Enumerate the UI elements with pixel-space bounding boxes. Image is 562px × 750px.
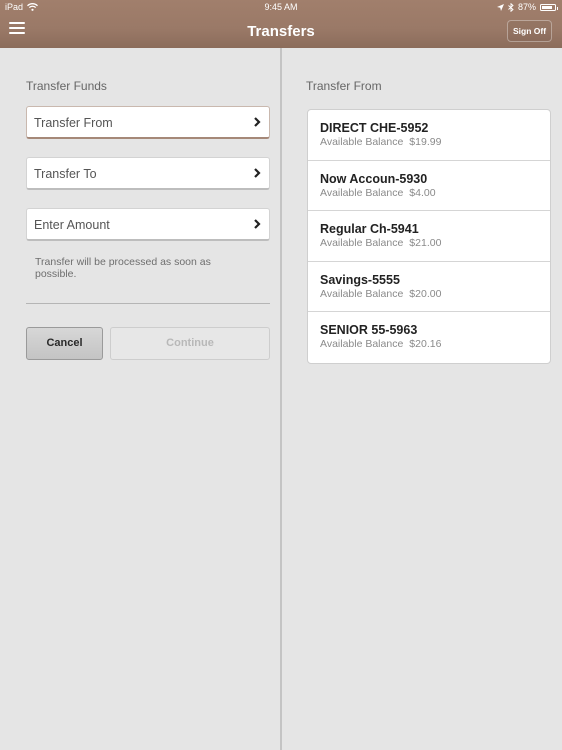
enter-amount-field[interactable]: Enter Amount [26,208,270,241]
account-item[interactable]: DIRECT CHE-5952 Available Balance $19.99 [308,110,550,161]
location-arrow-icon [496,3,504,11]
balance-label: Available Balance [320,237,404,250]
field-label: Enter Amount [34,218,110,232]
nav-header: iPad 9:45 AM 87% Transfers Sign Off [0,0,562,48]
section-label-transfer-funds: Transfer Funds [26,79,107,93]
divider-line [26,303,270,304]
balance-label: Available Balance [320,186,404,199]
continue-button[interactable]: Continue [110,327,270,360]
account-picker-pane: Transfer From DIRECT CHE-5952 Available … [282,48,562,750]
transfer-to-field[interactable]: Transfer To [26,157,270,190]
account-item[interactable]: Now Accoun-5930 Available Balance $4.00 [308,161,550,212]
account-name: SENIOR 55-5963 [320,323,418,338]
battery-percent: 87% [517,2,536,12]
transfer-from-field[interactable]: Transfer From [26,106,270,139]
account-item[interactable]: Savings-5555 Available Balance $20.00 [308,262,550,313]
field-label: Transfer To [34,167,97,181]
balance-amount: $20.00 [409,287,442,300]
balance-label: Available Balance [320,338,404,351]
section-label-transfer-from: Transfer From [306,79,382,93]
transfer-form-pane: Transfer Funds Transfer From Transfer To… [0,48,280,750]
battery-icon [540,3,558,11]
chevron-right-icon [254,168,261,178]
account-item[interactable]: Regular Ch-5941 Available Balance $21.00 [308,211,550,262]
chevron-right-icon [254,219,261,229]
balance-amount: $20.16 [409,338,442,351]
chevron-right-icon [254,117,261,127]
balance-label: Available Balance [320,136,404,148]
account-list: DIRECT CHE-5952 Available Balance $19.99 … [307,109,551,364]
page-title: Transfers [247,23,315,40]
balance-amount: $21.00 [409,237,442,250]
account-item[interactable]: SENIOR 55-5963 Available Balance $20.16 [308,312,550,363]
sign-off-button[interactable]: Sign Off [507,20,552,42]
battery-fill [542,5,553,9]
cancel-button[interactable]: Cancel [26,327,103,360]
bluetooth-icon [508,2,514,12]
account-name: DIRECT CHE-5952 [320,121,429,135]
account-name: Savings-5555 [320,272,400,287]
processing-note: Transfer will be processed as soon as po… [35,256,211,280]
account-name: Regular Ch-5941 [320,222,419,237]
balance-amount: $4.00 [409,186,436,199]
field-label: Transfer From [34,116,113,130]
status-bar: iPad 9:45 AM 87% [0,0,562,14]
status-time: 9:45 AM [264,2,298,12]
balance-amount: $19.99 [409,136,442,148]
account-name: Now Accoun-5930 [320,171,428,186]
balance-label: Available Balance [320,287,404,300]
